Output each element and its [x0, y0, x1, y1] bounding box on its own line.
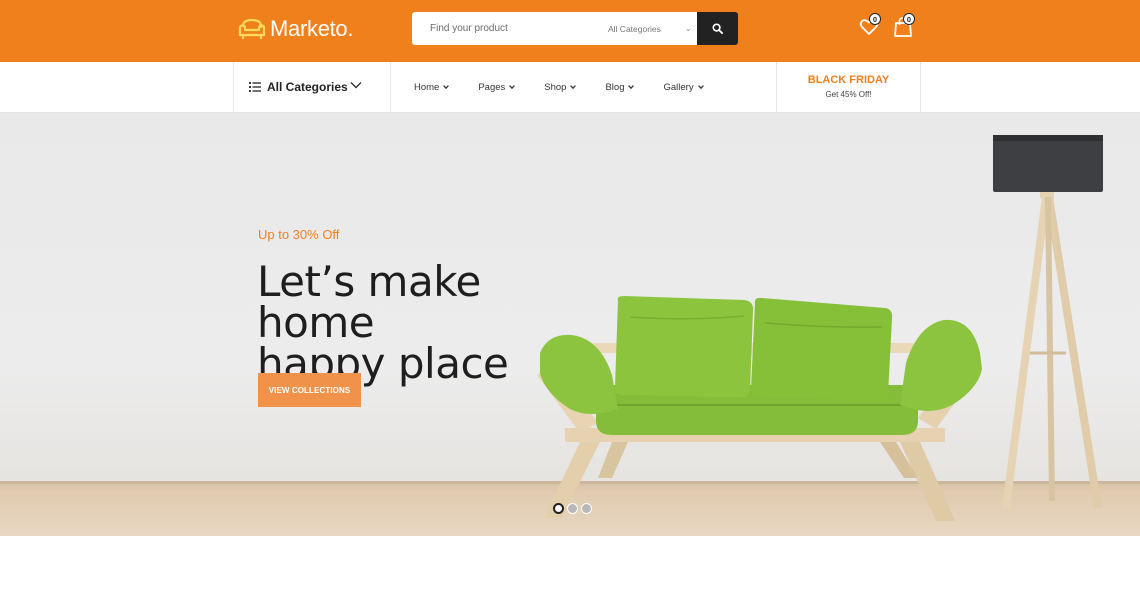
cart-count-badge: 0 [903, 13, 915, 25]
nav-item-label: Blog [605, 81, 625, 93]
brand-name: Marketo. [270, 16, 354, 41]
hero-slider: Up to 30% Off Let’s make home happy plac… [0, 113, 1140, 536]
cart-button[interactable]: 0 [893, 13, 915, 38]
nav-item-label: Home [414, 81, 440, 93]
main-nav: All Categories Home Pages Shop Blog Gall… [0, 62, 1140, 113]
logo[interactable]: Marketo. [238, 14, 353, 44]
chevron-down-icon: ⌄ [684, 24, 692, 33]
category-select[interactable]: All Categories ⌄ [608, 12, 692, 45]
caret-down-icon [628, 85, 635, 89]
nav-item-home[interactable]: Home [414, 81, 450, 93]
nav-item-label: Shop [544, 81, 567, 93]
promo-banner[interactable]: BLACK FRIDAY Get 45% Off! [776, 62, 921, 112]
slider-dot-3[interactable] [581, 503, 592, 514]
caret-down-icon [509, 85, 516, 89]
nav-item-pages[interactable]: Pages [478, 81, 516, 93]
all-categories-label: All Categories [267, 80, 348, 94]
promo-subtitle: Get 45% Off! [825, 90, 872, 99]
floor-lamp [993, 135, 1103, 509]
caret-down-icon [443, 85, 450, 89]
chevron-down-icon [350, 82, 362, 89]
hero-title-line-1: Let’s make home [257, 257, 481, 347]
hero-kicker: Up to 30% Off [258, 227, 340, 242]
caret-down-icon [570, 85, 577, 89]
nav-item-label: Pages [478, 81, 506, 93]
top-header: Marketo. Find your product All Categorie… [0, 0, 1140, 62]
search-button[interactable] [697, 12, 738, 45]
nav-item-blog[interactable]: Blog [605, 81, 635, 93]
caret-down-icon [697, 85, 704, 89]
nav-item-gallery[interactable]: Gallery [663, 81, 704, 93]
slider-dot-2[interactable] [567, 503, 578, 514]
category-select-value: All Categories [608, 23, 661, 34]
search-icon [712, 23, 723, 34]
wishlist-count-badge: 0 [869, 13, 881, 25]
promo-title: BLACK FRIDAY [807, 74, 890, 86]
hero-title: Let’s make home happy place [257, 257, 597, 385]
wishlist-button[interactable]: 0 [859, 13, 881, 37]
list-icon [249, 82, 261, 92]
search-placeholder: Find your product [430, 23, 508, 34]
sofa [537, 296, 982, 521]
view-collections-button[interactable]: VIEW COLLECTIONS [258, 373, 361, 407]
all-categories-toggle[interactable]: All Categories [233, 62, 391, 112]
armchair-icon [238, 18, 266, 39]
search-input[interactable]: Find your product All Categories ⌄ [412, 12, 697, 45]
nav-item-label: Gallery [663, 81, 694, 93]
page: Marketo. Find your product All Categorie… [0, 0, 1140, 600]
search-bar: Find your product All Categories ⌄ [412, 12, 738, 45]
slider-dots [553, 503, 595, 514]
nav-item-shop[interactable]: Shop [544, 81, 577, 93]
slider-dot-1[interactable] [553, 503, 564, 514]
menu: Home Pages Shop Blog Gallery [414, 62, 733, 112]
